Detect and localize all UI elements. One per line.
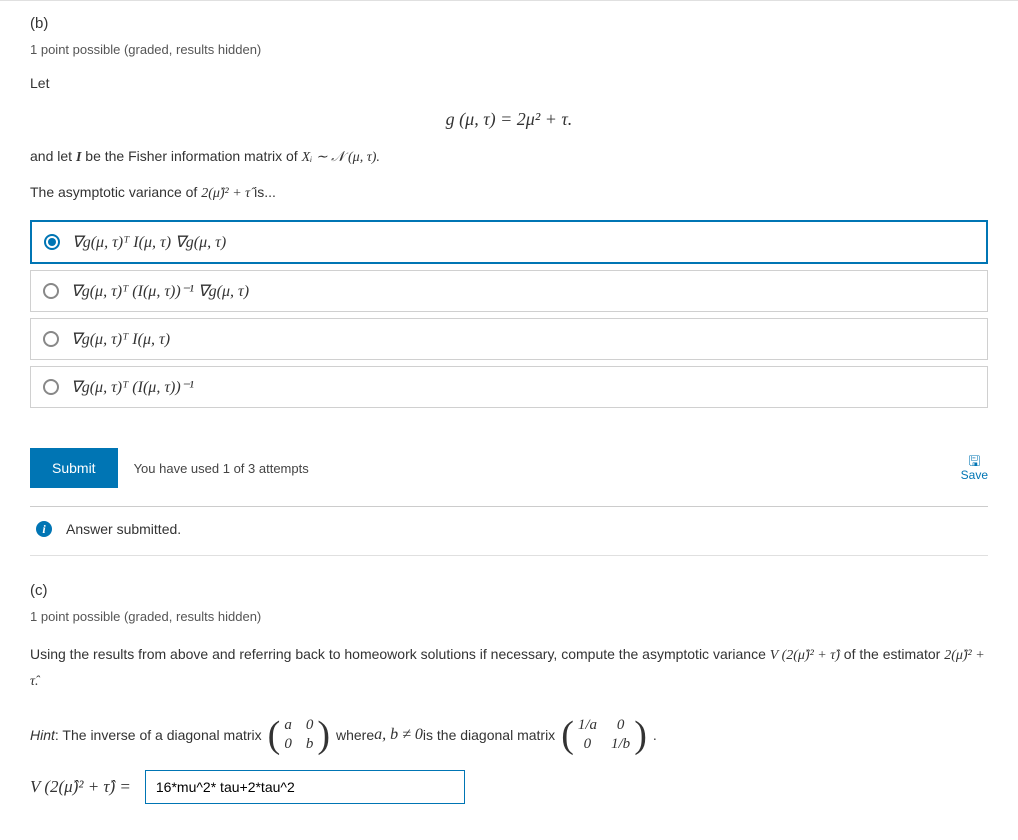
choice-label: ∇g(μ, τ)ᵀ I(μ, τ) bbox=[71, 329, 170, 349]
matrix-1: ( a 0 0 b ) bbox=[268, 716, 330, 754]
part-c-label: (c) bbox=[30, 582, 988, 599]
radio-icon bbox=[44, 234, 60, 250]
choice-0[interactable]: ∇g(μ, τ)ᵀ I(μ, τ) ∇g(μ, τ) bbox=[30, 220, 988, 264]
status-text: Answer submitted. bbox=[66, 521, 181, 537]
attempts-text: You have used 1 of 3 attempts bbox=[134, 461, 309, 476]
part-c-prompt: Using the results from above and referri… bbox=[30, 642, 988, 694]
m1-c: 0 bbox=[284, 736, 292, 753]
m1-d: b bbox=[306, 736, 314, 753]
c-prompt-pre: Using the results from above and referri… bbox=[30, 646, 770, 662]
m1-b: 0 bbox=[306, 717, 314, 734]
hint-line: Hint: The inverse of a diagonal matrix (… bbox=[30, 716, 988, 754]
choice-group: ∇g(μ, τ)ᵀ I(μ, τ) ∇g(μ, τ) ∇g(μ, τ)ᵀ (I(… bbox=[30, 220, 988, 408]
hint-pre: : The inverse of a diagonal matrix bbox=[55, 727, 262, 743]
hint-mid2: is the diagonal matrix bbox=[423, 727, 555, 743]
m2-d: 1/b bbox=[611, 736, 630, 753]
and-let-pre: and let bbox=[30, 148, 76, 164]
m2-b: 0 bbox=[611, 717, 630, 734]
and-let-mid: be the Fisher information matrix of bbox=[81, 148, 301, 164]
c-prompt-mid: of the estimator bbox=[840, 646, 944, 662]
fisher-line: and let I be the Fisher information matr… bbox=[30, 148, 988, 166]
choice-label: ∇g(μ, τ)ᵀ (I(μ, τ))⁻¹ ∇g(μ, τ) bbox=[71, 281, 249, 301]
matrix-2: ( 1/a 0 0 1/b ) bbox=[561, 716, 647, 754]
radio-icon bbox=[43, 331, 59, 347]
choice-1[interactable]: ∇g(μ, τ)ᵀ (I(μ, τ))⁻¹ ∇g(μ, τ) bbox=[30, 270, 988, 312]
hint-label: Hint bbox=[30, 727, 55, 743]
c-prompt-V: V (2(μ̂)² + τ̂) bbox=[770, 648, 840, 663]
info-icon: i bbox=[36, 521, 52, 537]
choice-label: ∇g(μ, τ)ᵀ (I(μ, τ))⁻¹ bbox=[71, 377, 194, 397]
save-label: Save bbox=[961, 468, 988, 482]
m2-c: 0 bbox=[578, 736, 597, 753]
part-b-label: (b) bbox=[30, 15, 988, 32]
submit-button[interactable]: Submit bbox=[30, 448, 118, 488]
asymp-post: is... bbox=[250, 184, 276, 200]
radio-icon bbox=[43, 379, 59, 395]
equation-g: g (μ, τ) = 2μ² + τ. bbox=[30, 109, 988, 130]
answer-input[interactable] bbox=[145, 770, 465, 804]
m1-a: a bbox=[284, 717, 292, 734]
choice-label: ∇g(μ, τ)ᵀ I(μ, τ) ∇g(μ, τ) bbox=[72, 232, 226, 252]
hint-mid1: where bbox=[336, 727, 374, 743]
asymp-pre: The asymptotic variance of bbox=[30, 184, 201, 200]
asymptotic-line: The asymptotic variance of 2(μ̂)² + τ̂ i… bbox=[30, 184, 988, 202]
save-button[interactable]: 🖫 Save bbox=[961, 454, 988, 482]
let-text: Let bbox=[30, 75, 988, 91]
choice-2[interactable]: ∇g(μ, τ)ᵀ I(μ, τ) bbox=[30, 318, 988, 360]
part-b-points: 1 point possible (graded, results hidden… bbox=[30, 42, 988, 57]
xi-dist: Xᵢ ∼ 𝒩 (μ, τ). bbox=[302, 150, 380, 165]
hint-end: . bbox=[653, 727, 657, 743]
answer-label: V (2(μ̂)² + τ̂) = bbox=[30, 777, 131, 797]
m2-a: 1/a bbox=[578, 717, 597, 734]
hint-ab: a, b ≠ 0 bbox=[374, 726, 423, 744]
status-row: i Answer submitted. bbox=[30, 507, 988, 556]
asymp-math: 2(μ̂)² + τ̂ bbox=[201, 186, 250, 201]
part-c-points: 1 point possible (graded, results hidden… bbox=[30, 609, 988, 624]
choice-3[interactable]: ∇g(μ, τ)ᵀ (I(μ, τ))⁻¹ bbox=[30, 366, 988, 408]
radio-icon bbox=[43, 283, 59, 299]
save-icon: 🖫 bbox=[961, 454, 988, 468]
